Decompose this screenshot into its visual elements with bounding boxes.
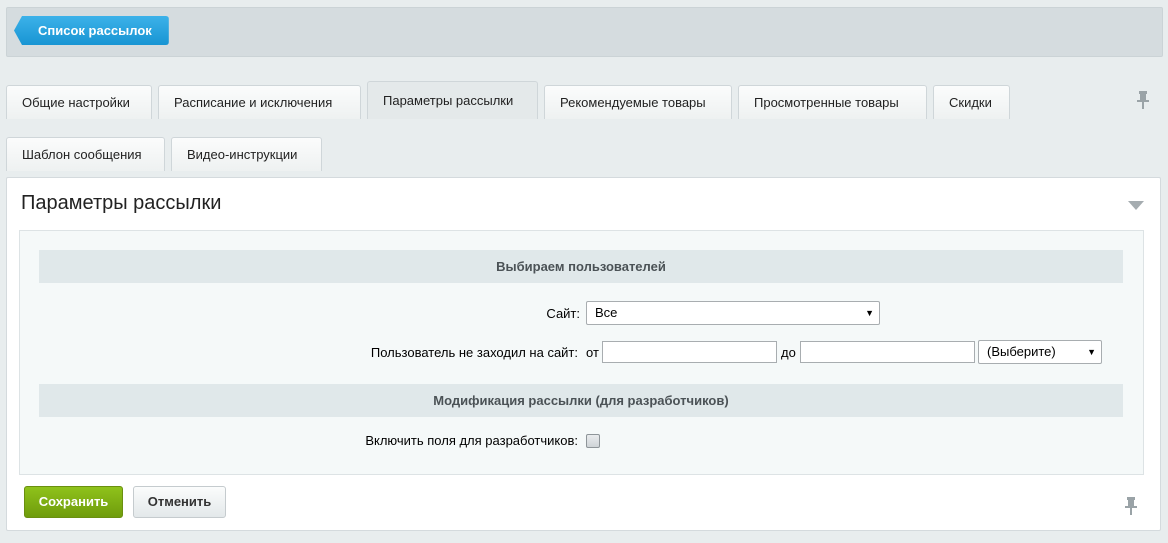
top-toolbar: Список рассылок [6, 7, 1163, 57]
pin-icon[interactable] [1125, 497, 1137, 515]
from-label: от [586, 345, 599, 360]
to-label: до [781, 345, 796, 360]
site-label: Сайт: [546, 306, 580, 321]
not-visited-label: Пользователь не заходил на сайт: [370, 345, 578, 360]
period-select-value: (Выберите) [987, 344, 1056, 359]
site-select-value: Все [595, 305, 618, 320]
site-select[interactable]: Все ▼ [586, 301, 880, 325]
cancel-button[interactable]: Отменить [133, 486, 226, 518]
form-area: Выбираем пользователей Сайт: Все ▼ Польз… [19, 230, 1144, 475]
date-to-input[interactable] [800, 341, 975, 363]
period-select[interactable]: (Выберите) ▼ [978, 340, 1102, 364]
tab-video-instructions[interactable]: Видео-инструкции [171, 137, 322, 171]
tabs-row-1: Общие настройки Расписание и исключения … [6, 81, 1016, 121]
tab-message-template[interactable]: Шаблон сообщения [6, 137, 165, 171]
triangle-down-icon[interactable] [1128, 198, 1144, 213]
tab-general-settings[interactable]: Общие настройки [6, 85, 152, 119]
back-to-mailing-list-button[interactable]: Список рассылок [14, 16, 169, 45]
save-button[interactable]: Сохранить [24, 486, 123, 518]
tab-schedule-exceptions[interactable]: Расписание и исключения [158, 85, 361, 119]
tab-mailing-parameters[interactable]: Параметры рассылки [367, 81, 538, 119]
settings-panel: Параметры рассылки Выбираем пользователе… [6, 177, 1161, 531]
caret-down-icon: ▼ [1087, 347, 1096, 357]
panel-title: Параметры рассылки [21, 192, 222, 214]
tabs-row-2: Шаблон сообщения Видео-инструкции [6, 137, 326, 173]
dev-fields-checkbox[interactable] [586, 434, 600, 448]
section-heading-users: Выбираем пользователей [39, 250, 1123, 283]
caret-down-icon: ▼ [865, 308, 874, 318]
dev-fields-label: Включить поля для разработчиков: [365, 433, 578, 448]
tab-discounts[interactable]: Скидки [933, 85, 1010, 119]
section-heading-developers: Модификация рассылки (для разработчиков) [39, 384, 1123, 417]
tab-recommended-products[interactable]: Рекомендуемые товары [544, 85, 732, 119]
pin-icon[interactable] [1137, 91, 1149, 109]
date-from-input[interactable] [602, 341, 777, 363]
tab-viewed-products[interactable]: Просмотренные товары [738, 85, 927, 119]
